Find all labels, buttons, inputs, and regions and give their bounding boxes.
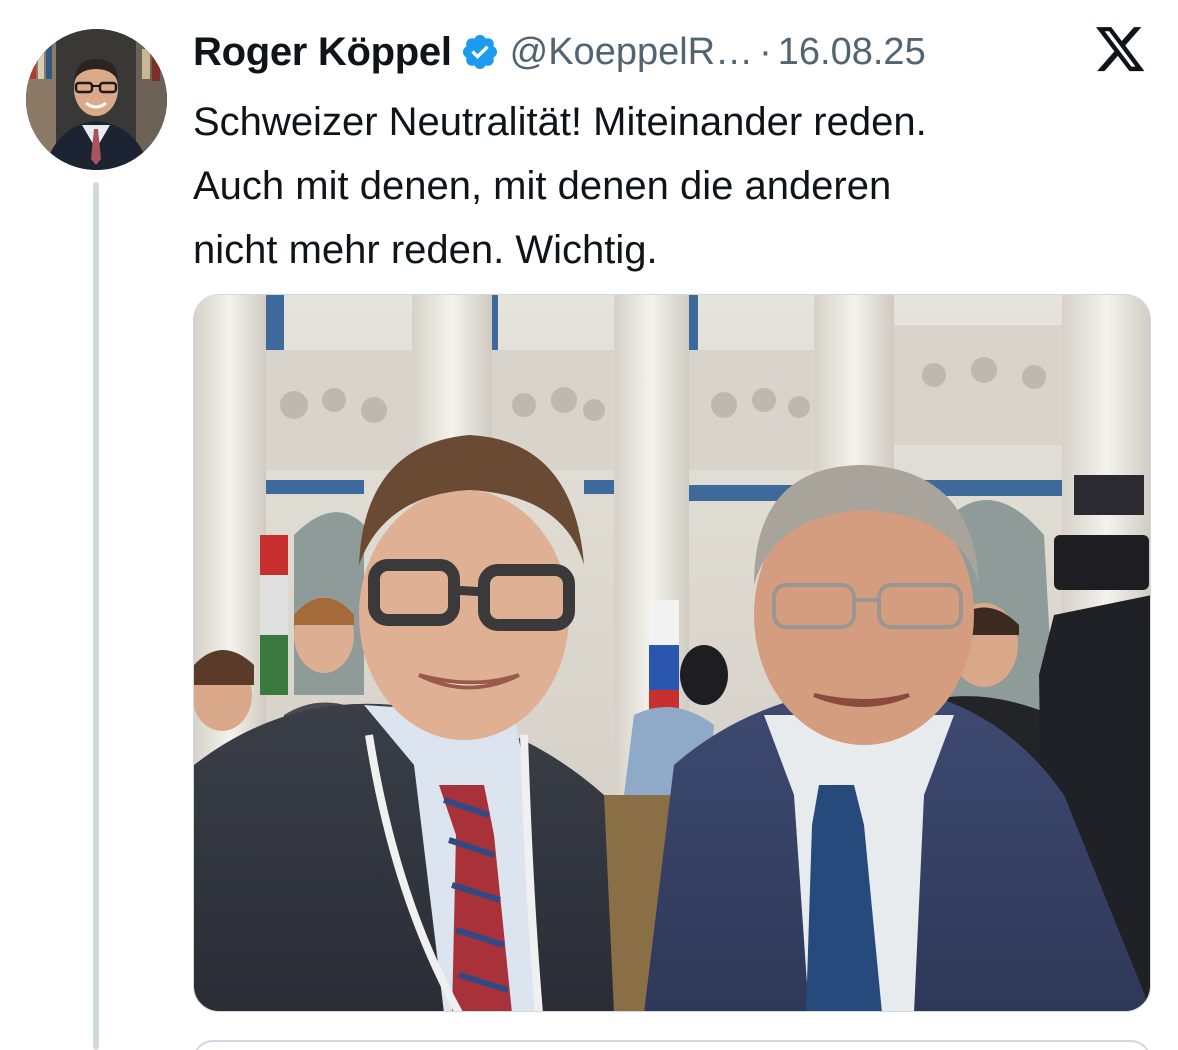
tweet-text: Schweizer Neutralität! Miteinander reden… — [193, 90, 1153, 282]
thread-line — [93, 182, 99, 1050]
tweet-text-line: Auch mit denen, mit denen die anderen — [193, 164, 892, 208]
display-name[interactable]: Roger Köppel — [193, 30, 452, 75]
avatar[interactable] — [26, 29, 167, 170]
separator-dot: · — [759, 30, 772, 73]
tweet-text-line: nicht mehr reden. Wichtig. — [193, 228, 658, 272]
photo-image — [194, 295, 1150, 1011]
tweet-photo[interactable] — [193, 294, 1151, 1012]
tweet[interactable]: Roger Köppel @KoeppelR… · 16.08.25 Schwe… — [0, 0, 1178, 1050]
verified-badge-icon — [462, 34, 497, 70]
tweet-text-line: Schweizer Neutralität! Miteinander reden… — [193, 100, 927, 144]
x-logo-icon[interactable] — [1096, 27, 1146, 73]
next-tweet-card[interactable] — [193, 1040, 1151, 1050]
handle[interactable]: @KoeppelR… — [510, 31, 753, 74]
tweet-date[interactable]: 16.08.25 — [778, 31, 926, 74]
avatar-image — [26, 29, 167, 170]
tweet-header: Roger Köppel @KoeppelR… · 16.08.25 — [193, 24, 1063, 80]
